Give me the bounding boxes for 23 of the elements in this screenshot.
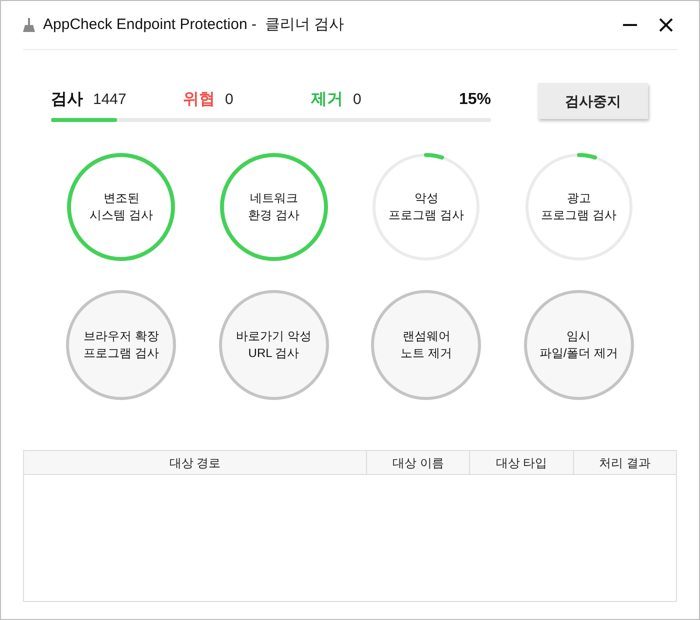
close-icon[interactable] xyxy=(659,18,673,32)
removed-count: 0 xyxy=(353,90,362,110)
scan-label: 임시 파일/폴더 제거 xyxy=(539,328,618,362)
scan-label: 악성 프로그램 검사 xyxy=(388,190,464,224)
threat-count: 0 xyxy=(225,90,234,110)
scanned-count: 1447 xyxy=(93,90,128,110)
stop-scan-button[interactable]: 검사중지 xyxy=(538,83,648,119)
removed-label: 제거 xyxy=(311,90,343,110)
progress-percent: 15% xyxy=(458,90,491,110)
scan-label: 광고 프로그램 검사 xyxy=(541,190,616,224)
scan-label: 바로가기 악성 URL 검사 xyxy=(236,328,312,362)
scanned-label: 검사 xyxy=(51,90,83,110)
column-header[interactable]: 처리 결과 xyxy=(572,451,676,474)
window-title: AppCheck Endpoint Protection - 클리너 검사 xyxy=(43,14,344,35)
scan-label: 랜섬웨어 노트 제거 xyxy=(400,328,452,362)
column-header[interactable]: 대상 경로 xyxy=(24,451,366,474)
column-header[interactable]: 대상 이름 xyxy=(366,451,470,474)
scan-label: 네트워크 환경 검사 xyxy=(248,190,300,224)
threat-label: 위협 xyxy=(183,90,215,110)
column-header[interactable]: 대상 타입 xyxy=(469,451,573,474)
broom-icon xyxy=(23,18,35,32)
scan-label: 변조된 시스템 검사 xyxy=(90,190,153,224)
scan-label: 브라우저 확장 프로그램 검사 xyxy=(84,328,159,362)
